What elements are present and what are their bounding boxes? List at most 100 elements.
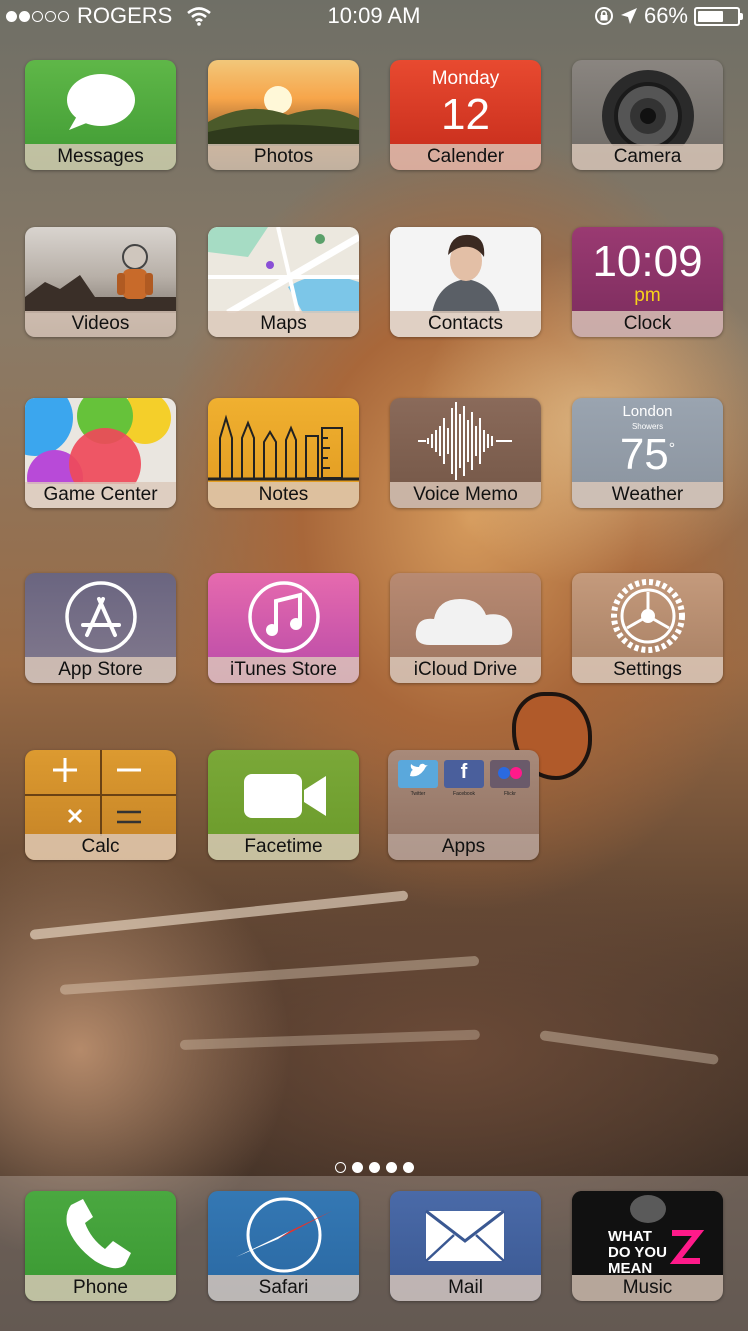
photos-art	[208, 60, 359, 146]
person-photo-icon	[390, 227, 541, 313]
app-mail[interactable]: Mail	[390, 1191, 541, 1301]
phone-handset-icon	[66, 1199, 131, 1269]
folder-apps[interactable]: Twitter f Facebook Flickr Apps	[388, 750, 539, 860]
app-game-center[interactable]: Game Center	[25, 398, 176, 508]
pencils-icon	[208, 414, 359, 481]
status-bar: ROGERS 10:09 AM 66%	[0, 0, 748, 30]
app-label: Apps	[388, 834, 539, 860]
clock-time: 10:09	[592, 237, 703, 286]
battery-percent: 66%	[643, 3, 688, 28]
notes-art	[208, 398, 359, 484]
battery-fill	[698, 10, 724, 22]
calculator-icon	[25, 750, 176, 836]
compass-icon	[236, 1197, 332, 1273]
app-icloud-drive[interactable]: iCloud Drive	[390, 573, 541, 683]
app-label: Camera	[572, 144, 723, 170]
settings-art	[572, 573, 723, 659]
page-dot	[368, 1162, 380, 1173]
music-note-icon	[248, 581, 320, 653]
app-label: Calender	[390, 144, 541, 170]
folder-item-label: Twitter	[410, 791, 426, 797]
app-label: Messages	[25, 144, 176, 170]
game-bubbles-icon	[25, 398, 171, 506]
page-dot	[351, 1162, 363, 1173]
page-dot	[385, 1162, 397, 1173]
app-store-art	[25, 573, 176, 659]
facebook-icon: f Facebook	[444, 760, 484, 797]
app-store-icon	[65, 581, 137, 653]
flickr-icon: Flickr	[490, 760, 530, 797]
status-right: 66%	[594, 3, 743, 29]
app-label: Game Center	[25, 482, 176, 508]
waveform-icon	[418, 402, 512, 480]
gear-icon	[611, 579, 685, 653]
battery-icon	[694, 6, 743, 26]
app-photos[interactable]: Photos	[208, 60, 359, 170]
app-music[interactable]: WHAT DO YOU MEAN Music	[572, 1191, 723, 1301]
calc-art	[25, 750, 176, 836]
app-phone[interactable]: Phone	[25, 1191, 176, 1301]
flickr-pink-dot	[510, 767, 522, 779]
app-label: Phone	[25, 1275, 176, 1301]
app-safari[interactable]: Safari	[208, 1191, 359, 1301]
wallpaper-streak	[539, 1030, 719, 1066]
app-weather[interactable]: London Showers 75° Weather	[572, 398, 723, 508]
twitter-icon: Twitter	[398, 760, 438, 797]
album-title: WHAT DO YOU MEAN	[608, 1228, 667, 1277]
app-messages[interactable]: Messages	[25, 60, 176, 170]
video-camera-icon	[244, 774, 326, 818]
calendar-date: 12	[441, 90, 490, 139]
rotation-lock-icon	[594, 7, 613, 25]
safari-art	[208, 1191, 359, 1277]
app-maps[interactable]: Maps	[208, 227, 359, 337]
app-label: Contacts	[390, 311, 541, 337]
app-calendar[interactable]: Monday 12 Calender	[390, 60, 541, 170]
app-label: Music	[572, 1275, 723, 1301]
contacts-art	[390, 227, 541, 313]
wallpaper-streak	[29, 890, 409, 940]
app-label: Settings	[572, 657, 723, 683]
bird-icon	[410, 763, 428, 777]
camera-lens-icon	[602, 70, 694, 162]
phone-art	[25, 1191, 176, 1277]
weather-temp-wrap: 75°	[572, 430, 723, 480]
astronaut-poster-icon	[25, 244, 176, 313]
folder-contents: Twitter f Facebook Flickr	[388, 750, 539, 836]
speech-bubble-icon	[67, 74, 135, 130]
app-notes[interactable]: Notes	[208, 398, 359, 508]
clock-art: 10:09 pm	[572, 227, 723, 313]
calendar-day: Monday	[431, 68, 500, 89]
app-clock[interactable]: 10:09 pm Clock	[572, 227, 723, 337]
page-dot	[402, 1162, 414, 1173]
app-label: App Store	[25, 657, 176, 683]
weather-art: London Showers 75°	[572, 398, 723, 484]
clock-ampm: pm	[634, 285, 661, 306]
app-videos[interactable]: Videos	[25, 227, 176, 337]
app-app-store[interactable]: App Store	[25, 573, 176, 683]
app-contacts[interactable]: Contacts	[390, 227, 541, 337]
weather-city: London	[622, 403, 673, 420]
app-settings[interactable]: Settings	[572, 573, 723, 683]
app-label: Videos	[25, 311, 176, 337]
camera-art	[572, 60, 723, 162]
itunes-art	[208, 573, 359, 659]
app-voice-memo[interactable]: Voice Memo	[390, 398, 541, 508]
app-label: Mail	[390, 1275, 541, 1301]
app-facetime[interactable]: Facetime	[208, 750, 359, 860]
app-label: iTunes Store	[208, 657, 359, 683]
flickr-blue-dot	[498, 767, 510, 779]
app-label: Voice Memo	[390, 482, 541, 508]
wallpaper-streak	[59, 955, 480, 995]
app-label: Notes	[208, 482, 359, 508]
wallpaper-streak	[179, 1029, 480, 1050]
cloud-icon	[415, 599, 513, 645]
app-itunes-store[interactable]: iTunes Store	[208, 573, 359, 683]
game-center-art	[25, 398, 176, 506]
envelope-icon	[425, 1209, 505, 1262]
app-label: Photos	[208, 144, 359, 170]
folder-item-label: Flickr	[504, 791, 516, 797]
app-camera[interactable]: Camera	[572, 60, 723, 170]
app-label: Weather	[572, 482, 723, 508]
icloud-art	[390, 573, 541, 659]
app-calc[interactable]: Calc	[25, 750, 176, 860]
